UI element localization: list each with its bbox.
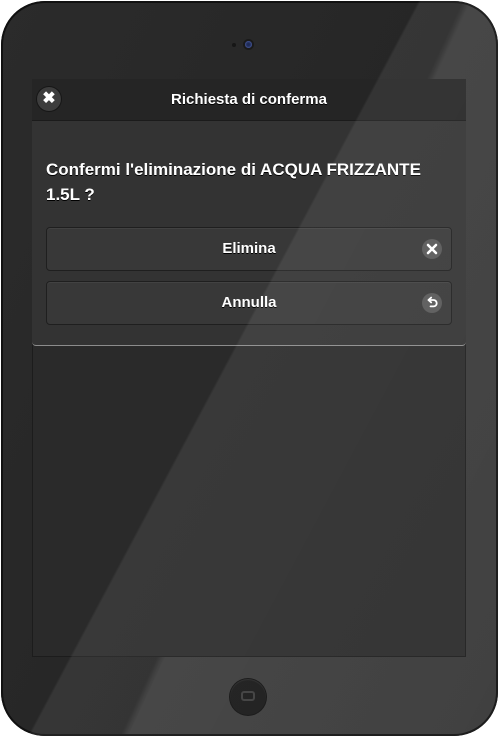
dialog-body: Confermi l'eliminazione di ACQUA FRIZZAN… [32,121,466,325]
tablet-device-frame: ✖ Richiesta di conferma Confermi l'elimi… [1,1,498,736]
delete-button-label: Elimina [222,240,276,257]
dialog-title: Richiesta di conferma [171,91,327,108]
delete-icon [422,239,442,259]
close-button[interactable]: ✖ [37,87,61,111]
front-sensor [232,43,236,47]
front-camera [245,41,252,48]
home-button[interactable] [230,679,266,715]
tablet-screen: ✖ Richiesta di conferma Confermi l'elimi… [32,79,466,657]
confirm-dialog: ✖ Richiesta di conferma Confermi l'elimi… [32,79,466,346]
confirm-message: Confermi l'eliminazione di ACQUA FRIZZAN… [46,160,421,204]
cancel-button[interactable]: Annulla [46,281,452,325]
home-square-icon [241,691,255,701]
cancel-button-label: Annulla [221,294,277,311]
undo-icon [422,293,442,313]
delete-button[interactable]: Elimina [46,227,452,271]
close-icon: ✖ [42,90,56,107]
dialog-header: ✖ Richiesta di conferma [32,79,466,121]
